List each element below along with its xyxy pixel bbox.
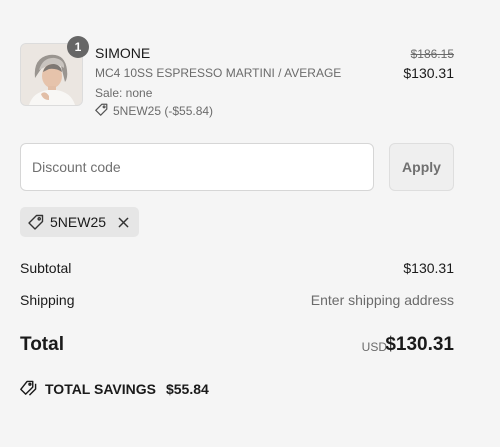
- product-discount-label: 5NEW25 (-$55.84): [113, 104, 214, 118]
- applied-discount-chip: 5NEW25: [20, 207, 140, 237]
- total-savings-value: $55.84: [165, 380, 209, 397]
- total-label: Total: [20, 334, 64, 355]
- shipping-value: Enter shipping address: [310, 292, 454, 308]
- product-sale: Sale: none: [95, 86, 153, 100]
- product-variant: MC4 10SS ESPRESSO MARTINI / AVERAGE: [95, 66, 342, 80]
- apply-button[interactable]: Apply: [389, 143, 454, 191]
- subtotal-label: Subtotal: [20, 260, 72, 276]
- tags-icon: [20, 380, 37, 397]
- subtotal-value: $130.31: [403, 260, 454, 276]
- tag-icon: [95, 103, 108, 119]
- product-name: SIMONE: [95, 45, 151, 61]
- total-currency: USD: [361, 340, 387, 354]
- tag-icon: [28, 214, 44, 230]
- product-price: $130.31: [403, 65, 454, 81]
- quantity-badge: 1: [67, 36, 89, 58]
- original-price: $186.15: [410, 47, 454, 61]
- total-savings: TOTAL SAVINGS $55.84: [20, 380, 209, 397]
- shipping-label: Shipping: [20, 292, 75, 308]
- applied-discount-code: 5NEW25: [50, 214, 107, 230]
- total-value: $130.31: [385, 334, 454, 355]
- close-icon[interactable]: [118, 217, 129, 228]
- product-discount: 5NEW25 (-$55.84): [95, 103, 213, 119]
- total-savings-label: TOTAL SAVINGS: [45, 380, 156, 397]
- discount-code-input[interactable]: [20, 143, 374, 191]
